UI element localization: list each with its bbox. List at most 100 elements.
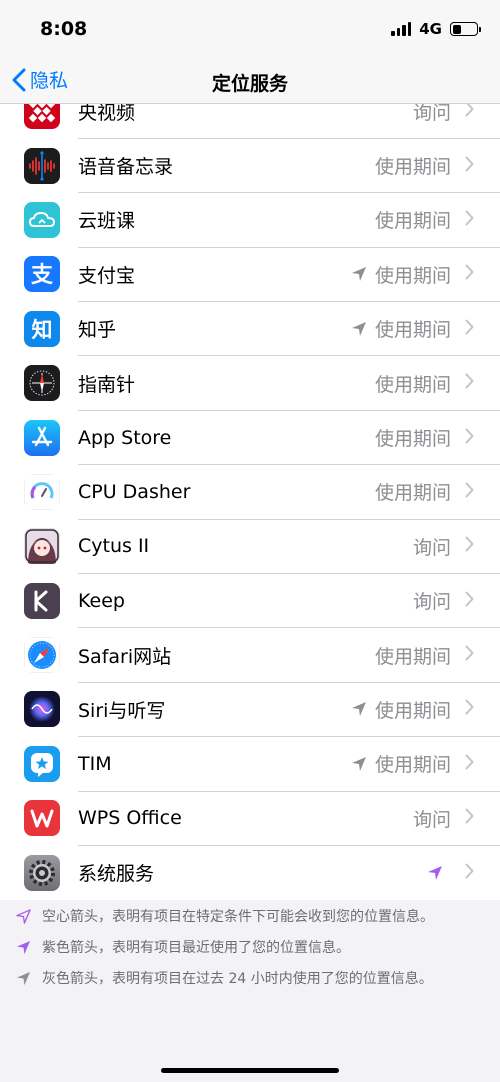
status-indicators: 4G	[391, 20, 481, 38]
app-name: Keep	[78, 589, 125, 612]
cellular-signal-icon	[391, 22, 412, 36]
chevron-right-icon	[465, 428, 474, 448]
home-indicator[interactable]	[161, 1068, 339, 1073]
battery-level	[452, 24, 461, 34]
app-status: 使用期间	[374, 319, 451, 342]
app-status-group: 使用期间	[375, 478, 474, 505]
purple-location-arrow-icon	[427, 865, 443, 881]
status-bar: 8:08 4G	[0, 0, 500, 58]
app-status: 使用期间	[374, 373, 451, 396]
svg-text:支: 支	[31, 263, 54, 288]
app-row[interactable]: App Store 使用期间	[0, 410, 500, 466]
app-row[interactable]: 知 知乎 使用期间	[0, 302, 500, 357]
chevron-right-icon	[465, 536, 474, 556]
app-name: App Store	[78, 426, 172, 449]
app-name: Siri与听写	[78, 699, 166, 722]
gray-location-arrow-icon	[351, 756, 367, 772]
app-status-group: 询问	[413, 587, 474, 614]
chevron-right-icon	[465, 754, 474, 774]
app-name: 知乎	[78, 319, 117, 342]
cpu-dasher-icon	[24, 473, 60, 510]
app-status-group: 使用期间	[375, 642, 474, 669]
chevron-right-icon	[465, 101, 474, 121]
gray-location-arrow-icon	[351, 701, 367, 717]
app-row[interactable]: Safari网站 使用期间	[0, 628, 500, 683]
settings-gear-icon	[24, 854, 60, 891]
app-name: WPS Office	[78, 807, 182, 830]
gray-location-arrow-icon	[351, 321, 367, 337]
compass-icon	[24, 365, 60, 402]
app-row[interactable]: Siri与听写 使用期间	[0, 682, 500, 738]
chevron-right-icon	[465, 156, 474, 176]
chevron-right-icon	[465, 264, 474, 284]
app-row[interactable]: CPU Dasher 使用期间	[0, 465, 500, 520]
zhihu-icon: 知	[24, 310, 60, 347]
navigation-bar: 隐私 定位服务	[0, 58, 500, 104]
app-status-group: 使用期间	[375, 424, 474, 451]
app-status-group: 使用期间	[375, 206, 474, 233]
app-status-group: 询问	[413, 533, 474, 560]
chevron-right-icon	[465, 699, 474, 719]
app-name: 指南针	[78, 373, 136, 396]
app-status: 使用期间	[374, 754, 451, 777]
app-status-group	[427, 863, 474, 883]
app-location-list: 央视频 询问 语音备忘录 使用期间 云班课 使用期间 支 支付宝 使用期间 知 …	[0, 84, 500, 900]
app-row[interactable]: 指南针 使用期间	[0, 356, 500, 411]
chevron-right-icon	[465, 482, 474, 502]
app-name: Cytus II	[78, 535, 150, 558]
app-status-group: 使用期间	[351, 261, 474, 288]
page-title: 定位服务	[211, 73, 288, 95]
keep-icon	[24, 582, 60, 619]
app-status: 使用期间	[374, 210, 451, 233]
legend-notes: 空心箭头，表明有项目在特定条件下可能会收到您的位置信息。 紫色箭头，表明有项目最近…	[0, 907, 500, 1000]
chevron-right-icon	[465, 645, 474, 665]
app-status-group: 使用期间	[351, 750, 474, 777]
app-row[interactable]: TIM 使用期间	[0, 737, 500, 792]
app-status-group: 使用期间	[375, 152, 474, 179]
app-row[interactable]: Keep 询问	[0, 574, 500, 629]
app-row[interactable]: 语音备忘录 使用期间	[0, 138, 500, 194]
cloud-class-icon	[24, 201, 60, 238]
app-status: 使用期间	[374, 428, 451, 451]
svg-text:知: 知	[32, 318, 53, 342]
app-status: 使用期间	[374, 482, 451, 505]
network-type: 4G	[419, 20, 442, 38]
app-status: 使用期间	[374, 156, 451, 179]
app-name: Safari网站	[78, 645, 172, 668]
app-name: 支付宝	[78, 264, 136, 287]
chevron-right-icon	[465, 319, 474, 339]
app-row[interactable]: Cytus II 询问	[0, 519, 500, 574]
status-time: 8:08	[40, 18, 88, 40]
legend-note-text: 紫色箭头，表明有项目最近使用了您的位置信息。	[42, 940, 350, 956]
app-row[interactable]: WPS Office 询问	[0, 791, 500, 846]
chevron-right-icon	[465, 591, 474, 611]
app-status-group: 使用期间	[375, 370, 474, 397]
cytus-icon	[24, 528, 60, 565]
app-name: 语音备忘录	[78, 156, 174, 179]
app-status-group: 使用期间	[351, 315, 474, 342]
legend-note: 灰色箭头，表明有项目在过去 24 小时内使用了您的位置信息。	[16, 969, 476, 992]
app-name: TIM	[78, 752, 112, 775]
app-status: 使用期间	[374, 645, 451, 668]
safari-icon	[24, 637, 60, 674]
app-row[interactable]: 支 支付宝 使用期间	[0, 247, 500, 302]
app-row[interactable]: 云班课 使用期间	[0, 193, 500, 248]
gray-location-arrow-icon	[351, 266, 367, 282]
app-status: 使用期间	[374, 699, 451, 722]
app-status: 询问	[412, 808, 451, 831]
purple-arrow-icon	[16, 938, 42, 961]
gray-arrow-icon	[16, 969, 42, 992]
legend-note-text: 空心箭头，表明有项目在特定条件下可能会收到您的位置信息。	[42, 909, 434, 925]
alipay-icon: 支	[24, 256, 60, 293]
voice-memos-icon	[24, 147, 60, 184]
app-status-group: 使用期间	[351, 696, 474, 723]
app-row[interactable]: 系统服务	[0, 845, 500, 899]
tim-icon	[24, 745, 60, 782]
chevron-right-icon	[465, 210, 474, 230]
app-name: CPU Dasher	[78, 480, 191, 503]
app-status: 使用期间	[374, 264, 451, 287]
siri-icon	[24, 691, 60, 728]
legend-note-text: 灰色箭头，表明有项目在过去 24 小时内使用了您的位置信息。	[42, 971, 433, 987]
chevron-right-icon	[465, 863, 474, 883]
legend-note: 空心箭头，表明有项目在特定条件下可能会收到您的位置信息。	[16, 907, 476, 930]
